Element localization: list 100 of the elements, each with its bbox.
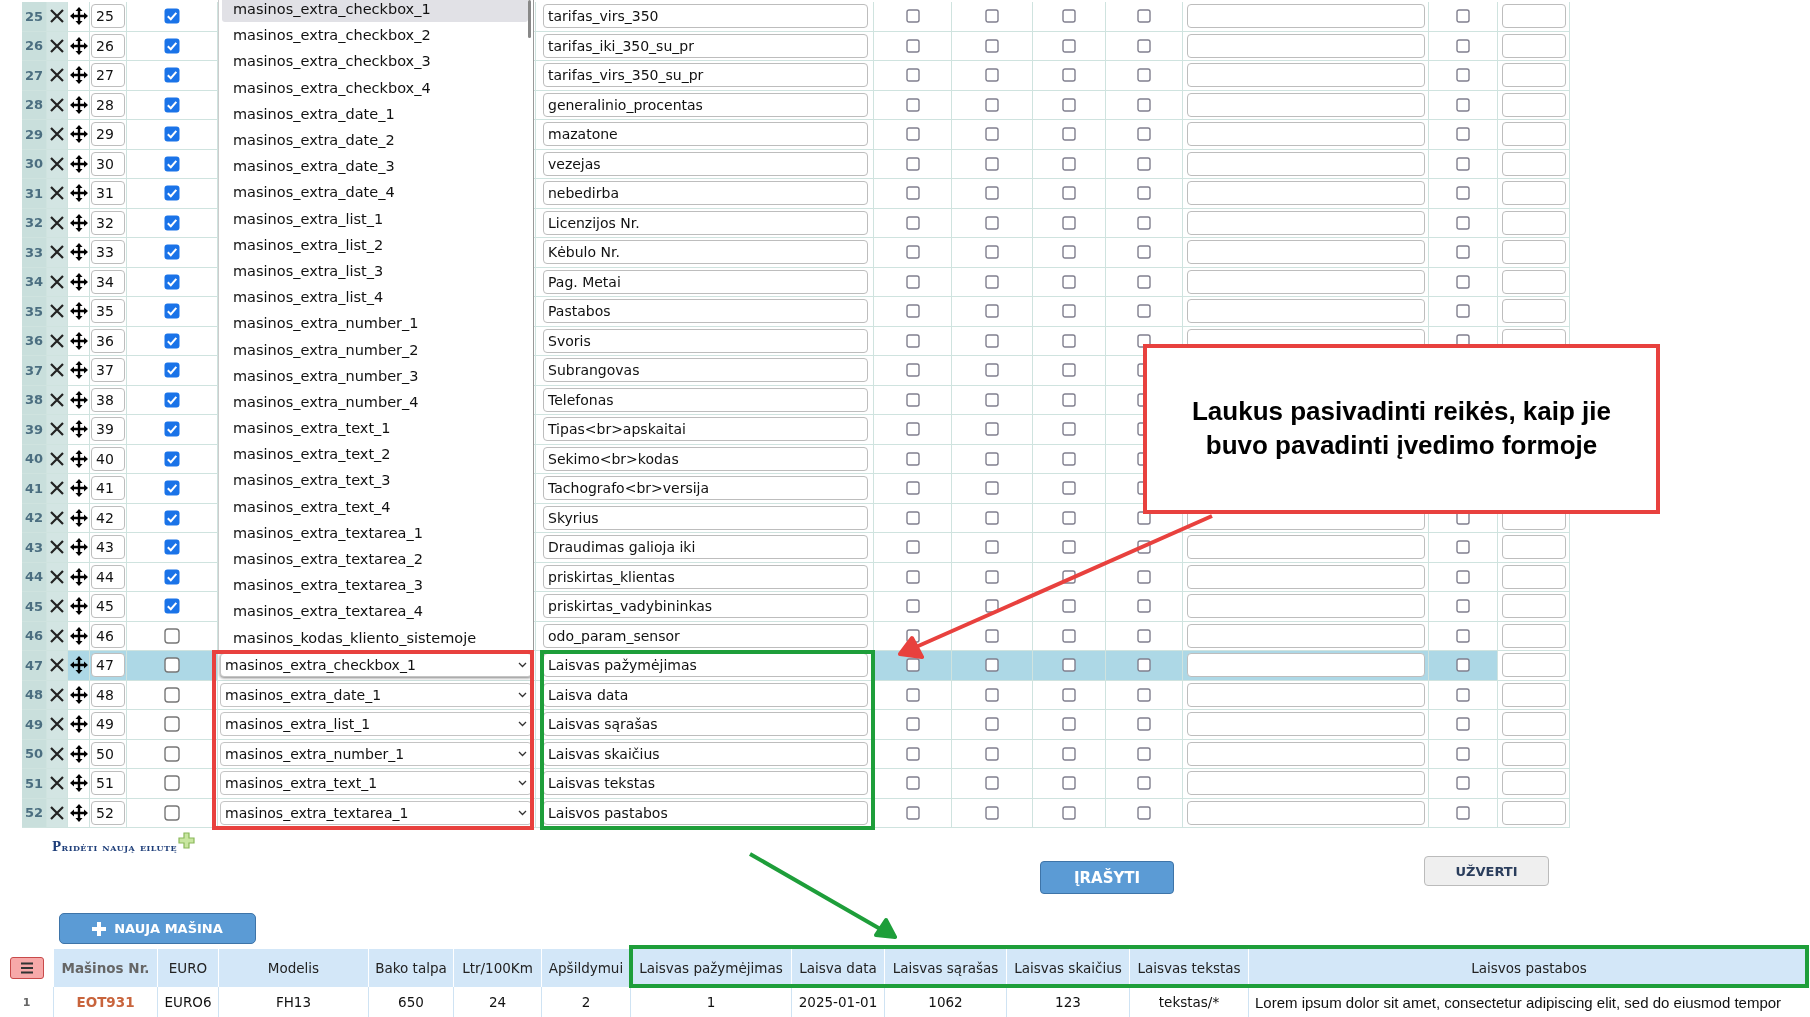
label-field[interactable]: Laisvas pažymėjimas [543,653,868,678]
delete-icon[interactable] [49,627,65,644]
column-header[interactable]: Laisva data [792,949,885,987]
delete-icon[interactable] [49,37,65,54]
move-icon[interactable] [69,184,88,203]
checkbox[interactable] [1137,658,1151,673]
label-field[interactable]: Laisvas tekstas [543,771,868,796]
menu-item[interactable]: masinos_extra_list_2 [222,231,528,258]
label-field[interactable]: Laisva data [543,682,868,707]
delete-icon[interactable] [49,745,65,762]
car-link[interactable]: EOT931 [54,987,158,1017]
label-field[interactable]: nebedirba [543,181,868,206]
checkbox[interactable] [1456,186,1470,201]
input-field[interactable] [1187,800,1425,825]
label-field[interactable]: Svoris [543,328,868,353]
checkbox[interactable] [1456,38,1470,53]
checkbox[interactable] [1456,97,1470,112]
checkbox[interactable] [164,303,180,320]
menu-item[interactable]: masinos_extra_date_2 [222,126,528,154]
checkbox[interactable] [1062,599,1076,614]
checkbox[interactable] [905,481,920,496]
checkbox[interactable] [1456,156,1470,171]
order-field[interactable]: 25 [91,4,125,29]
checkbox[interactable] [1062,451,1076,466]
move-icon[interactable] [69,567,88,586]
checkbox[interactable] [1137,628,1151,643]
checkbox[interactable] [1137,304,1151,319]
checkbox[interactable] [905,333,920,348]
move-icon[interactable] [69,213,88,232]
input-field[interactable] [1187,594,1425,619]
checkbox[interactable] [164,67,180,84]
checkbox[interactable] [905,274,920,289]
field-select[interactable]: masinos_extra_text_1 [220,771,532,796]
field-select[interactable]: masinos_extra_checkbox_1 [220,653,532,678]
menu-item[interactable]: masinos_extra_list_3 [222,257,528,285]
column-header[interactable]: EURO [158,949,219,987]
delete-icon[interactable] [49,539,65,556]
checkbox[interactable] [985,540,999,555]
checkbox[interactable] [1062,481,1076,496]
delete-icon[interactable] [49,362,65,379]
menu-item[interactable]: masinos_extra_text_1 [222,415,528,442]
checkbox[interactable] [164,568,180,585]
label-field[interactable]: Kėbulo Nr. [543,240,868,265]
checkbox[interactable] [905,687,920,702]
order-field[interactable]: 42 [91,505,125,530]
menu-item[interactable]: masinos_extra_text_4 [222,493,528,520]
checkbox[interactable] [985,481,999,496]
checkbox[interactable] [164,657,180,674]
checkbox[interactable] [1456,274,1470,289]
field-select[interactable]: masinos_extra_number_1 [220,741,532,766]
checkbox[interactable] [985,805,999,820]
checkbox[interactable] [1062,717,1076,732]
checkbox[interactable] [985,392,999,407]
checkbox[interactable] [1456,569,1470,584]
input-field[interactable] [1502,4,1566,29]
checkbox[interactable] [164,627,180,644]
checkbox[interactable] [905,658,920,673]
menu-button[interactable] [9,957,44,979]
checkbox[interactable] [1137,687,1151,702]
label-field[interactable]: priskirtas_vadybininkas [543,594,868,619]
checkbox[interactable] [1137,274,1151,289]
label-field[interactable]: tarifas_virs_350_su_pr [543,63,868,88]
order-field[interactable]: 28 [91,92,125,117]
field-select[interactable]: masinos_extra_date_1 [220,682,532,707]
input-field[interactable] [1502,92,1566,117]
input-field[interactable] [1502,741,1566,766]
order-field[interactable]: 45 [91,594,125,619]
checkbox[interactable] [1137,776,1151,791]
checkbox[interactable] [1062,215,1076,230]
checkbox[interactable] [985,569,999,584]
delete-icon[interactable] [49,568,65,585]
menu-item[interactable]: masinos_extra_textarea_4 [222,598,528,625]
menu-item[interactable]: masinos_extra_number_3 [222,362,528,389]
input-field[interactable] [1187,240,1425,265]
checkbox[interactable] [1062,776,1076,791]
checkbox[interactable] [905,776,920,791]
label-field[interactable]: Tachografo<br>versija [543,476,868,501]
checkbox[interactable] [905,304,920,319]
checkbox[interactable] [164,96,180,113]
checkbox[interactable] [905,186,920,201]
input-field[interactable] [1187,771,1425,796]
column-header[interactable]: Ltr/100Km [454,949,542,987]
menu-item[interactable]: masinos_extra_textarea_3 [222,572,528,599]
label-field[interactable]: odo_param_sensor [543,623,868,648]
move-icon[interactable] [69,390,88,409]
move-icon[interactable] [69,508,88,527]
move-icon[interactable] [69,302,88,321]
checkbox[interactable] [905,510,920,525]
menu-item[interactable]: masinos_extra_textarea_2 [222,545,528,573]
column-header[interactable]: Laisvas skaičius [1007,949,1130,987]
checkbox[interactable] [1062,363,1076,378]
checkbox[interactable] [985,9,999,24]
menu-item[interactable]: masinos_extra_text_2 [222,441,528,468]
checkbox[interactable] [905,215,920,230]
checkbox[interactable] [1456,687,1470,702]
label-field[interactable]: mazatone [543,122,868,147]
checkbox[interactable] [985,333,999,348]
input-field[interactable] [1187,299,1425,324]
checkbox[interactable] [164,450,180,467]
order-field[interactable]: 40 [91,446,125,471]
